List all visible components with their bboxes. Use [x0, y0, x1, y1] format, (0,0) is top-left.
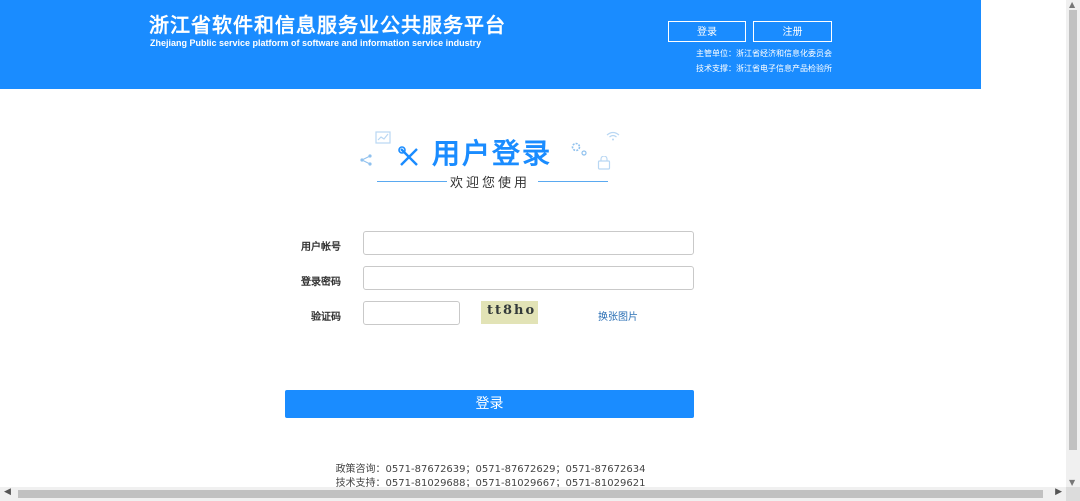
account-label: 用户帐号 — [301, 242, 341, 253]
vertical-scrollbar[interactable]: ▲ ▼ — [1066, 0, 1080, 487]
support-info: 技术支撑：浙江省电子信息产品检验所 — [696, 64, 832, 73]
header-register-button[interactable]: 注册 — [753, 21, 832, 42]
site-header: 浙江省软件和信息服务业公共服务平台 Zhejiang Public servic… — [0, 0, 981, 89]
site-title: 浙江省软件和信息服务业公共服务平台 — [149, 13, 506, 37]
site-subtitle: Zhejiang Public service platform of soft… — [150, 38, 482, 48]
captcha-input[interactable] — [363, 301, 460, 325]
organizer-info: 主管单位：浙江省经济和信息化委员会 — [696, 49, 832, 58]
wifi-icon — [606, 131, 620, 141]
captcha-image[interactable]: tt8ho — [481, 301, 538, 324]
header-login-button[interactable]: 登录 — [668, 21, 746, 42]
footer-policy: 政策咨询：0571-87672639；0571-87672629；0571-87… — [335, 464, 646, 475]
login-heading: 用户登录 欢迎您使用 — [355, 125, 625, 195]
scroll-up-icon[interactable]: ▲ — [1069, 0, 1075, 9]
login-submit-button[interactable]: 登录 — [285, 390, 694, 418]
scroll-down-icon[interactable]: ▼ — [1069, 478, 1075, 487]
gear-icon — [571, 142, 587, 156]
password-label: 登录密码 — [301, 277, 341, 288]
account-input[interactable] — [363, 231, 694, 255]
horizontal-scroll-thumb[interactable] — [18, 490, 1043, 498]
divider-right — [538, 181, 608, 182]
share-icon — [360, 154, 372, 166]
password-input[interactable] — [363, 266, 694, 290]
horizontal-scrollbar[interactable]: ◀ ▶ — [0, 487, 1066, 501]
scroll-right-icon[interactable]: ▶ — [1055, 487, 1062, 497]
lock-icon — [597, 156, 611, 170]
captcha-text: tt8ho — [487, 303, 537, 318]
scroll-left-icon[interactable]: ◀ — [4, 487, 11, 497]
login-title: 用户登录 — [432, 137, 553, 170]
scrollbar-corner — [1066, 487, 1080, 501]
chart-icon — [375, 131, 391, 144]
captcha-label: 验证码 — [311, 312, 341, 323]
tools-icon — [398, 146, 418, 166]
vertical-scroll-thumb[interactable] — [1069, 10, 1077, 450]
refresh-captcha-link[interactable]: 换张图片 — [598, 308, 638, 323]
